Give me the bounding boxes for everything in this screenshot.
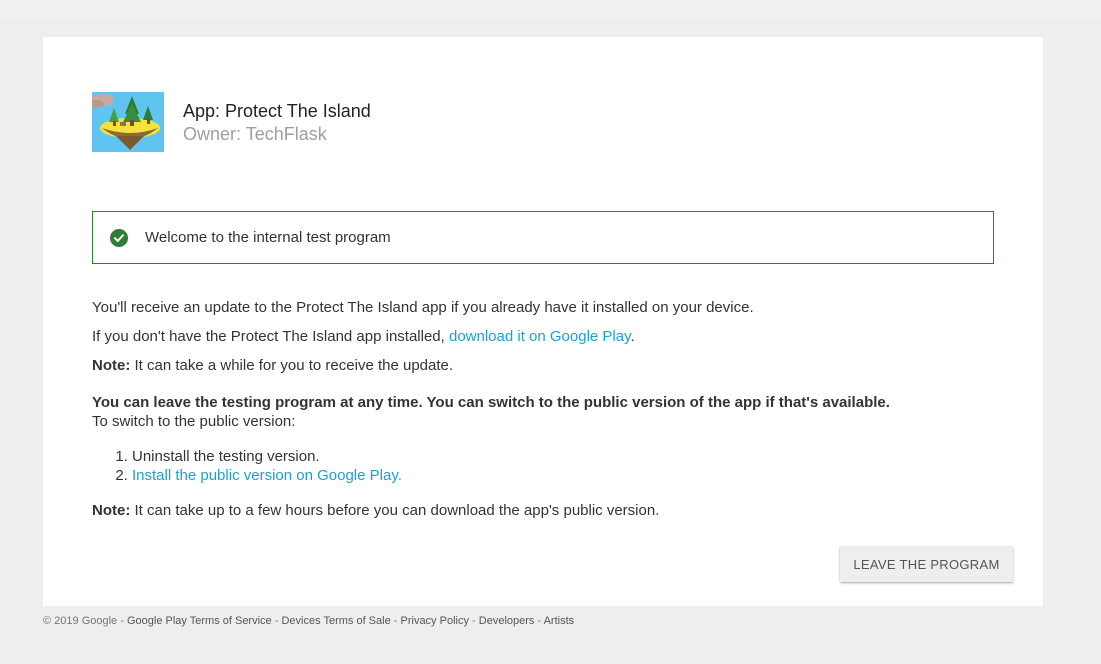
check-circle-icon xyxy=(110,228,128,247)
install-info: If you don't have the Protect The Island… xyxy=(92,325,992,354)
public-version-note-text: It can take up to a few hours before you… xyxy=(130,502,660,519)
install-public-version-link[interactable]: Install the public version on Google Pla… xyxy=(132,467,402,484)
leave-info: You can leave the testing program at any… xyxy=(92,393,992,431)
note-label: Note: xyxy=(92,502,131,519)
artists-link[interactable]: Artists xyxy=(544,615,575,627)
public-version-note: Note: It can take up to a few hours befo… xyxy=(92,501,992,520)
devices-terms-link[interactable]: Devices Terms of Sale xyxy=(281,615,390,627)
leave-info-heading: You can leave the testing program at any… xyxy=(92,394,890,411)
welcome-text: Welcome to the internal test program xyxy=(145,229,391,246)
leave-program-button[interactable]: LEAVE THE PROGRAM xyxy=(840,546,1013,582)
step-uninstall: Uninstall the testing version. xyxy=(132,447,992,466)
switch-steps-list: Uninstall the testing version. Install t… xyxy=(92,447,992,485)
app-owner: Owner: TechFlask xyxy=(183,124,327,144)
install-info-period: . xyxy=(630,328,635,345)
welcome-banner: Welcome to the internal test program xyxy=(92,211,994,264)
note-label: Note: xyxy=(92,357,131,374)
copyright-text: © 2019 Google xyxy=(43,615,118,627)
program-info: You'll receive an update to the Protect … xyxy=(92,296,992,520)
developers-link[interactable]: Developers xyxy=(479,615,535,627)
privacy-policy-link[interactable]: Privacy Policy xyxy=(401,615,469,627)
update-info-text: You'll receive an update to the Protect … xyxy=(92,299,754,316)
step-install-public: Install the public version on Google Pla… xyxy=(132,466,992,485)
update-note-text: It can take a while for you to receive t… xyxy=(130,357,454,374)
top-bar xyxy=(0,0,1101,18)
install-info-text: If you don't have the Protect The Island… xyxy=(92,328,449,345)
app-title: App: Protect The Island xyxy=(183,101,371,121)
island-app-icon xyxy=(92,92,164,152)
switch-intro: To switch to the public version: xyxy=(92,413,296,430)
program-card: App: Protect The Island Owner: TechFlask… xyxy=(43,37,1043,606)
footer: © 2019 Google - Google Play Terms of Ser… xyxy=(43,615,575,627)
update-note: Note: It can take a while for you to rec… xyxy=(92,354,992,383)
terms-of-service-link[interactable]: Google Play Terms of Service xyxy=(127,615,272,627)
app-header: App: Protect The Island Owner: TechFlask xyxy=(92,92,371,152)
download-google-play-link[interactable]: download it on Google Play xyxy=(449,328,631,345)
